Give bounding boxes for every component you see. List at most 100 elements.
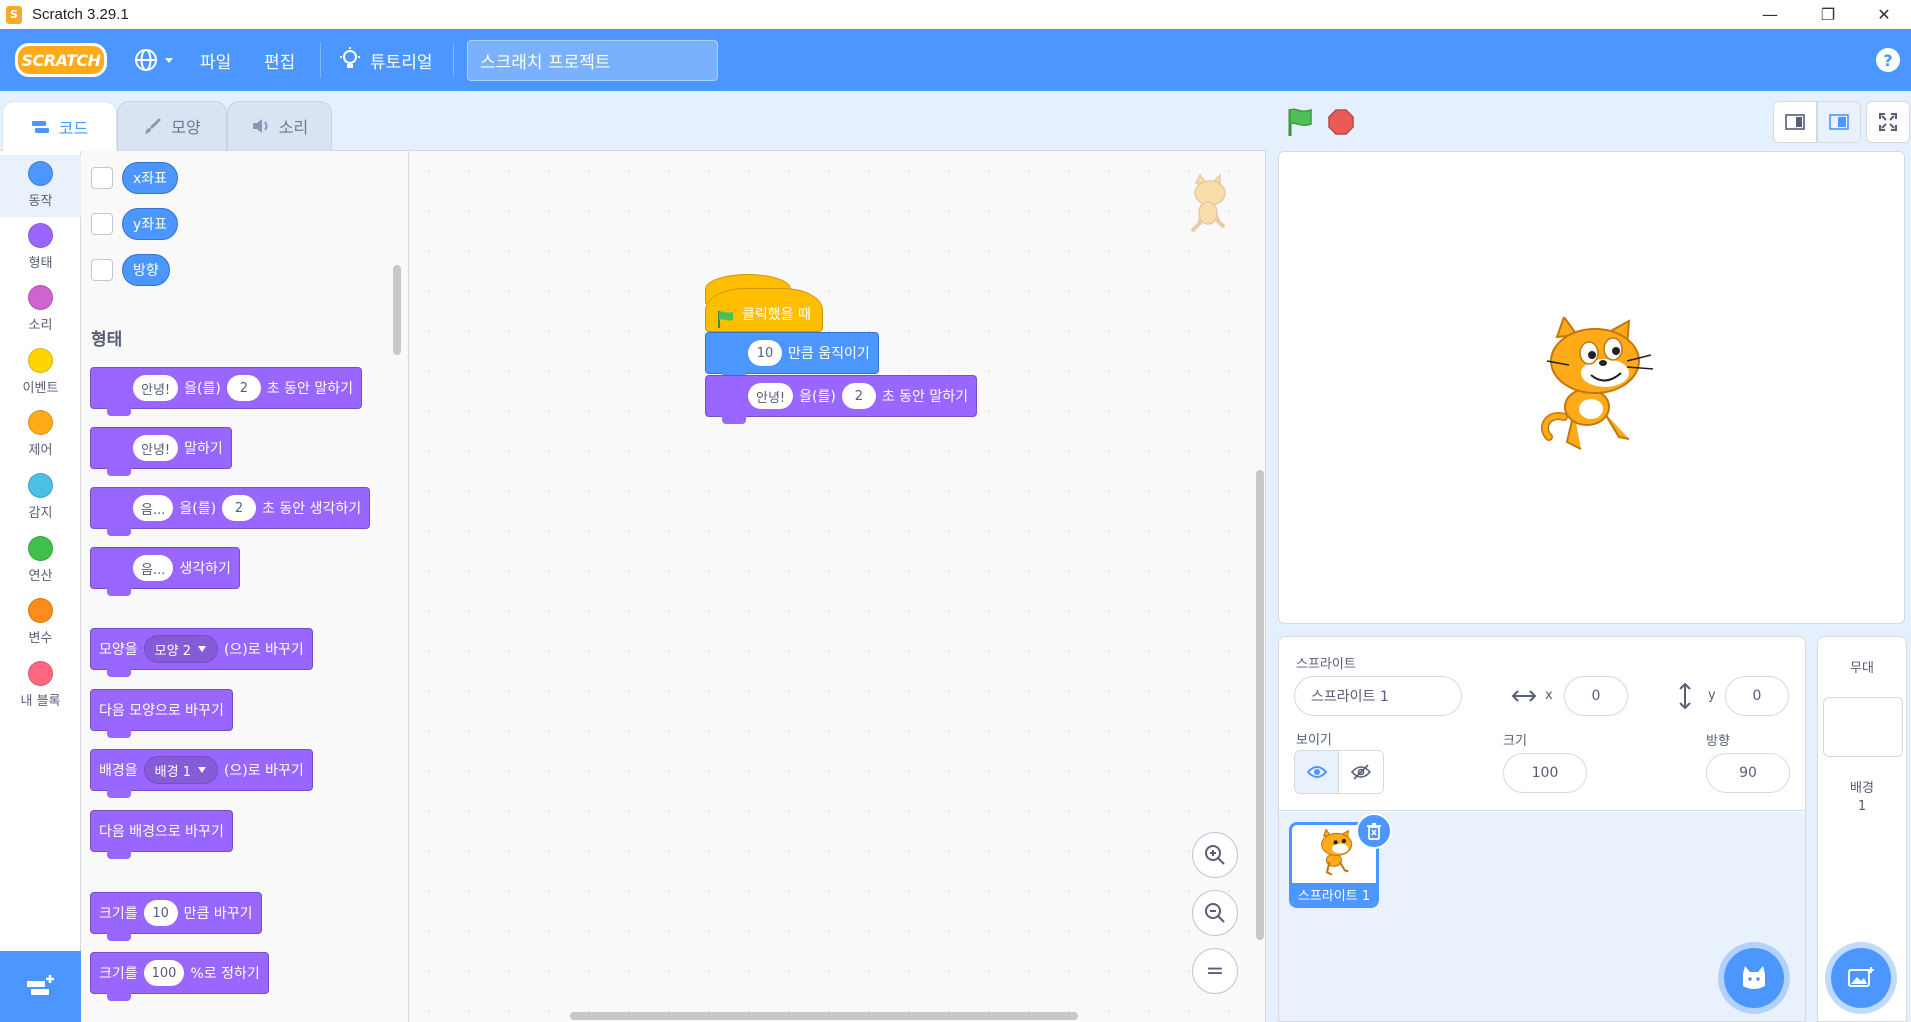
switch-backdrop-block[interactable]: 배경을 배경 1 (으)로 바꾸기	[90, 749, 313, 798]
x-position-reporter[interactable]: x좌표	[122, 162, 179, 194]
add-extension-button[interactable]	[0, 951, 81, 1022]
size-set-input[interactable]: 100	[143, 960, 185, 986]
secs-input[interactable]: 2	[226, 375, 261, 401]
normal-stage-button[interactable]	[1817, 101, 1861, 143]
block-text: 만큼 움직이기	[788, 346, 870, 362]
think-block[interactable]: 음... 생각하기	[90, 547, 240, 596]
secs-input[interactable]: 2	[841, 383, 876, 409]
direction-checkbox[interactable]	[91, 259, 113, 281]
block-text: 을(를)	[179, 501, 217, 517]
next-backdrop-block[interactable]: 다음 배경으로 바꾸기	[90, 810, 233, 859]
fullscreen-button[interactable]	[1866, 101, 1910, 143]
next-costume-block[interactable]: 다음 모양으로 바꾸기	[90, 689, 233, 738]
script-workspace[interactable]	[409, 150, 1266, 1022]
lightbulb-icon	[340, 47, 360, 68]
block-category-menu: 동작 형태 소리 이벤트 제어 감지 연산 변수 내 블록	[0, 150, 81, 1022]
zoom-out-button[interactable]	[1192, 890, 1238, 936]
x-arrow-icon	[1512, 690, 1536, 702]
menu-bar: SCRATCH 파일 편집 튜토리얼 스크래치 프로젝트 ?	[0, 29, 1911, 91]
scratch-logo[interactable]: SCRATCH	[15, 43, 107, 77]
y-input[interactable]: 0	[1725, 676, 1789, 716]
choose-backdrop-button[interactable]	[1831, 948, 1891, 1008]
help-button[interactable]: ?	[1876, 48, 1900, 72]
x-input[interactable]: 0	[1564, 676, 1628, 716]
costume-dropdown[interactable]: 모양 2	[143, 635, 218, 663]
category-control[interactable]: 제어	[0, 404, 81, 466]
category-color-dot	[28, 348, 53, 373]
block-text: 크기를	[99, 906, 138, 922]
restore-button[interactable]: ❐	[1800, 0, 1856, 29]
tab-code[interactable]: 코드	[2, 101, 117, 151]
workspace-vertical-scrollbar[interactable]	[1256, 470, 1264, 940]
size-change-input[interactable]: 10	[143, 900, 178, 926]
choose-sprite-button[interactable]	[1724, 948, 1784, 1008]
category-variables[interactable]: 변수	[0, 592, 81, 654]
delete-sprite-button[interactable]	[1356, 813, 1392, 849]
tab-sounds[interactable]: 소리	[227, 101, 332, 151]
change-size-block[interactable]: 크기를 10 만큼 바꾸기	[90, 892, 262, 941]
direction-reporter[interactable]: 방향	[122, 254, 170, 286]
say-text-input[interactable]: 안녕!	[748, 383, 794, 409]
category-label: 연산	[28, 569, 53, 584]
looks-section-title: 형태	[91, 330, 123, 350]
steps-input[interactable]: 10	[748, 340, 782, 366]
tutorials-label: 튜토리얼	[370, 52, 433, 73]
menu-divider	[320, 43, 321, 77]
backdrop-add-icon	[1848, 967, 1874, 987]
category-label: 동작	[28, 194, 53, 209]
category-sensing[interactable]: 감지	[0, 467, 81, 529]
think-text-input[interactable]: 음...	[133, 555, 174, 581]
backdrop-dropdown[interactable]: 배경 1	[143, 756, 218, 784]
say-text-input[interactable]: 안녕!	[133, 435, 179, 461]
category-events[interactable]: 이벤트	[0, 342, 81, 404]
say-block[interactable]: 안녕! 말하기	[90, 427, 232, 476]
zoom-in-button[interactable]	[1192, 832, 1238, 878]
when-flag-clicked-block[interactable]: 클릭했을 때	[705, 288, 823, 332]
category-my-blocks[interactable]: 내 블록	[0, 655, 81, 717]
script-say-for-secs-block[interactable]: 안녕! 을(를) 2 초 동안 말하기	[705, 375, 978, 424]
palette-scrollbar[interactable]	[393, 265, 401, 355]
cat-sprite[interactable]	[1529, 317, 1663, 455]
hide-sprite-button[interactable]	[1339, 751, 1383, 793]
set-size-block[interactable]: 크기를 100 %로 정하기	[90, 952, 269, 1001]
category-label: 감지	[28, 506, 53, 521]
say-for-secs-block[interactable]: 안녕! 을(를) 2 초 동안 말하기	[90, 367, 363, 416]
backdrops-label: 배경	[1850, 781, 1874, 796]
block-text: (으)로 바꾸기	[223, 642, 304, 658]
move-steps-block[interactable]: 10 만큼 움직이기	[705, 332, 879, 381]
stage-canvas[interactable]	[1278, 151, 1905, 624]
switch-costume-block[interactable]: 모양을 모양 2 (으)로 바꾸기	[90, 628, 313, 677]
think-for-secs-block[interactable]: 음... 을(를) 2 초 동안 생각하기	[90, 487, 371, 536]
project-title-input[interactable]: 스크래치 프로젝트	[467, 40, 718, 81]
block-text: (으)로 바꾸기	[223, 763, 304, 779]
green-flag-icon	[1288, 108, 1312, 136]
stop-button[interactable]	[1320, 101, 1362, 143]
category-motion[interactable]: 동작	[0, 155, 81, 217]
y-position-checkbox[interactable]	[91, 213, 113, 235]
category-sound[interactable]: 소리	[0, 279, 81, 341]
zoom-reset-button[interactable]: =	[1192, 948, 1238, 994]
direction-input[interactable]: 90	[1706, 753, 1790, 793]
language-menu[interactable]	[133, 29, 175, 91]
edit-menu[interactable]: 편집	[264, 29, 295, 91]
secs-input[interactable]: 2	[222, 495, 257, 521]
small-stage-button[interactable]	[1773, 101, 1817, 143]
tutorials-menu[interactable]: 튜토리얼	[338, 29, 433, 91]
sprite-name-input[interactable]: 스프라이트 1	[1294, 676, 1462, 716]
x-position-checkbox[interactable]	[91, 167, 113, 189]
green-flag-button[interactable]	[1279, 101, 1321, 143]
y-position-reporter[interactable]: y좌표	[122, 208, 179, 240]
size-input[interactable]: 100	[1503, 753, 1587, 793]
show-sprite-button[interactable]	[1295, 751, 1340, 793]
tab-costumes[interactable]: 모양	[117, 101, 227, 151]
category-looks[interactable]: 형태	[0, 217, 81, 279]
backdrop-thumbnail[interactable]	[1823, 697, 1903, 757]
say-text-input[interactable]: 안녕!	[133, 375, 179, 401]
file-menu[interactable]: 파일	[200, 29, 231, 91]
minimize-button[interactable]: —	[1742, 0, 1798, 29]
close-button[interactable]: ✕	[1856, 0, 1911, 29]
category-operators[interactable]: 연산	[0, 530, 81, 592]
workspace-horizontal-scrollbar[interactable]	[570, 1012, 1078, 1020]
think-text-input[interactable]: 음...	[133, 495, 174, 521]
category-label: 내 블록	[20, 694, 61, 709]
